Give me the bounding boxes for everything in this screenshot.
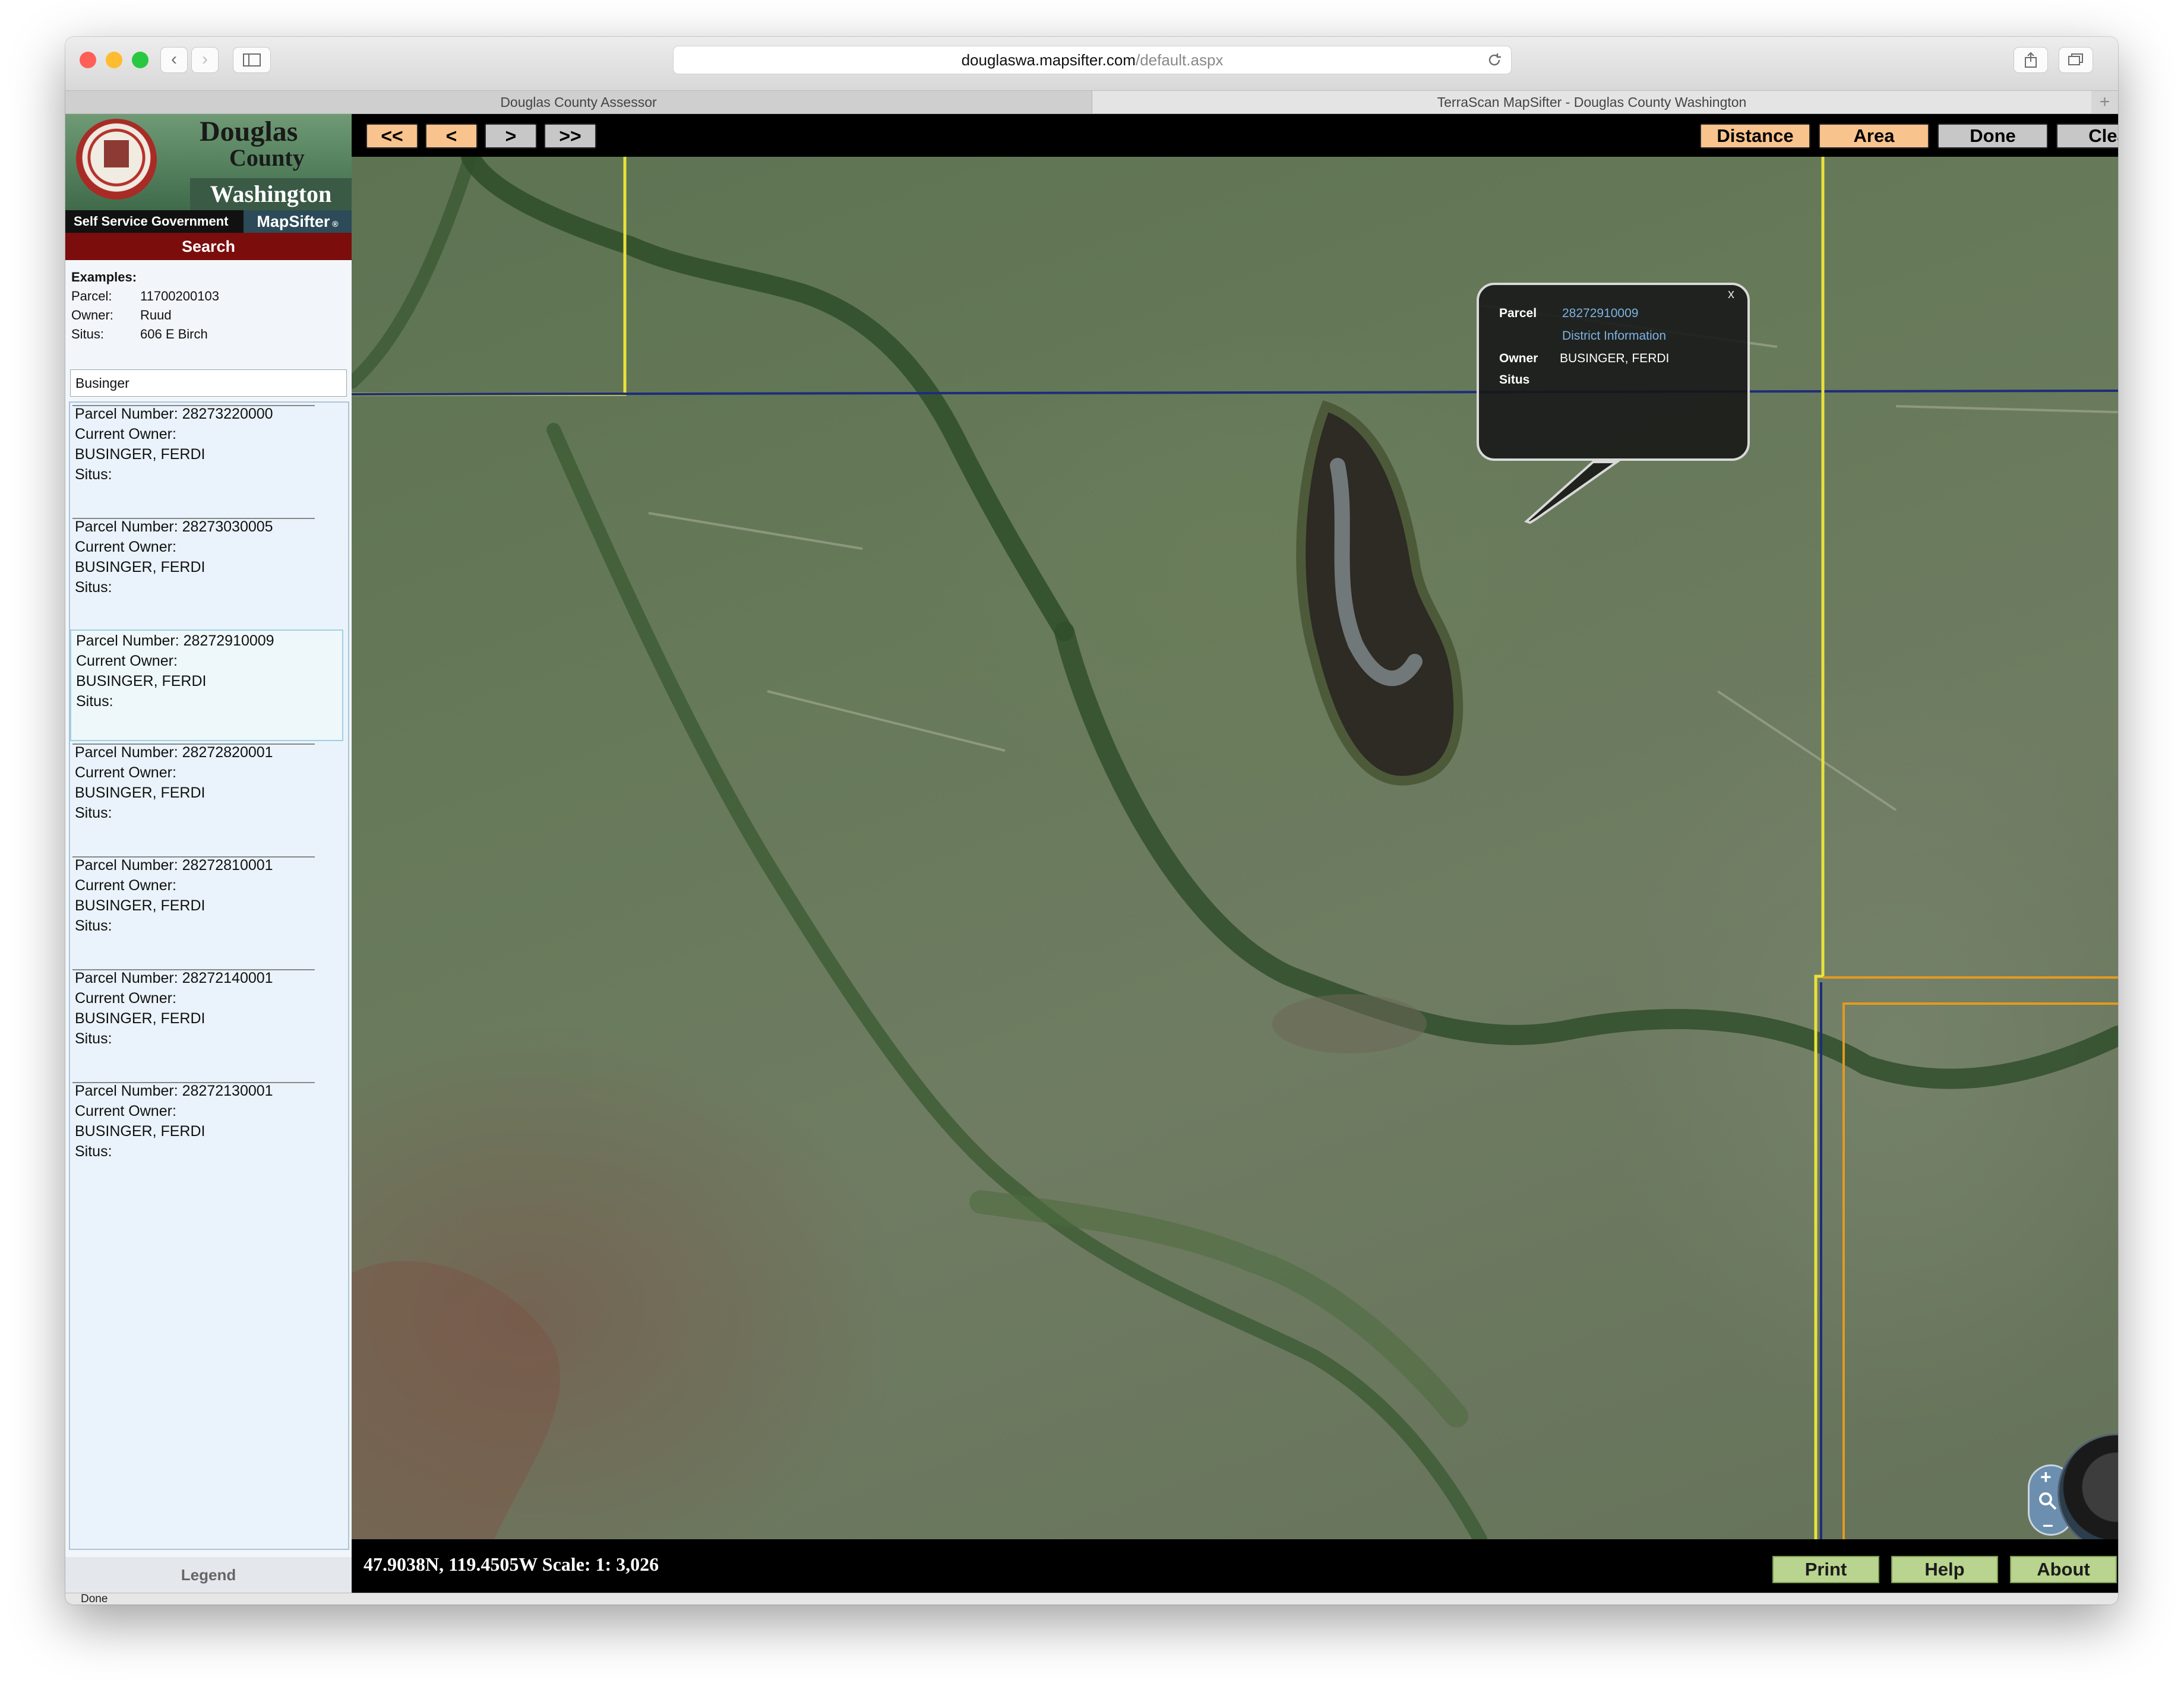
popup-parcel-link[interactable]: 28272910009 bbox=[1562, 306, 1638, 321]
distance-button[interactable]: Distance bbox=[1700, 124, 1810, 148]
popup-owner-label: Owner bbox=[1499, 352, 1538, 365]
new-tab-button[interactable]: + bbox=[2091, 91, 2118, 113]
tab-bar: Douglas County Assessor TerraScan MapSif… bbox=[65, 90, 2118, 114]
minimize-window-button[interactable] bbox=[106, 52, 122, 68]
legend-button[interactable]: Legend bbox=[65, 1557, 352, 1593]
search-results-list[interactable]: Parcel Number: 28273220000 Current Owner:… bbox=[69, 401, 349, 1550]
first-result-button[interactable]: << bbox=[366, 124, 418, 148]
county-seal-icon bbox=[76, 119, 157, 200]
last-result-button[interactable]: >> bbox=[544, 124, 596, 148]
search-header: Search bbox=[65, 233, 352, 260]
next-result-button[interactable]: > bbox=[485, 124, 537, 148]
popup-close-button[interactable]: x bbox=[1728, 286, 1734, 302]
example-parcel: Parcel: 11700200103 bbox=[71, 289, 219, 303]
parcel-info-popup: x Parcel 28272910009 District Informatio… bbox=[1477, 283, 1750, 461]
forward-button[interactable]: › bbox=[191, 47, 219, 73]
map-toolbar: << < > >> Distance Area Done Clear bbox=[352, 114, 2118, 157]
map-statusbar: 47.9038N, 119.4505W Scale: 1: 3,026 Prin… bbox=[352, 1539, 2118, 1593]
tab-label: TerraScan MapSifter - Douglas County Was… bbox=[1437, 94, 1747, 110]
examples-title: Examples: bbox=[71, 270, 137, 284]
popup-parcel-label: Parcel bbox=[1499, 306, 1537, 320]
result-item[interactable]: Parcel Number: 28272820001 Current Owner:… bbox=[72, 742, 320, 854]
coordinate-scale-readout: 47.9038N, 119.4505W Scale: 1: 3,026 bbox=[364, 1554, 659, 1575]
close-window-button[interactable] bbox=[80, 52, 96, 68]
print-button[interactable]: Print bbox=[1772, 1556, 1879, 1583]
magnifier-icon bbox=[2039, 1492, 2057, 1510]
help-button[interactable]: Help bbox=[1891, 1556, 1998, 1583]
tab-terrascan-mapsifter[interactable]: TerraScan MapSifter - Douglas County Was… bbox=[1092, 91, 2091, 113]
chevron-right-icon: › bbox=[202, 49, 208, 69]
previous-result-button[interactable]: < bbox=[425, 124, 478, 148]
popup-situs-label: Situs bbox=[1499, 373, 1530, 387]
url-text: douglaswa.mapsifter.com/default.aspx bbox=[961, 51, 1224, 69]
result-item[interactable]: Parcel Number: 28273220000 Current Owner:… bbox=[72, 404, 320, 515]
douglas-county-logo: Douglas County Washington bbox=[65, 114, 352, 210]
brand-strip: Self Service Government MapSifter ® bbox=[65, 210, 352, 233]
tab-label: Douglas County Assessor bbox=[500, 94, 657, 110]
area-button[interactable]: Area bbox=[1819, 124, 1929, 148]
back-button[interactable]: ‹ bbox=[160, 47, 188, 73]
left-panel: Douglas County Washington Self Service G… bbox=[65, 114, 352, 1593]
plus-icon: + bbox=[2099, 92, 2110, 112]
sidebar-icon bbox=[243, 53, 261, 67]
browser-window: ‹ › douglaswa.mapsifter.com/default.aspx… bbox=[65, 37, 2118, 1605]
chevron-left-icon: ‹ bbox=[171, 49, 177, 69]
search-input[interactable]: Businger bbox=[70, 369, 347, 397]
result-item[interactable]: Parcel Number: 28272810001 Current Owner:… bbox=[72, 855, 320, 967]
aerial-map[interactable]: x Parcel 28272910009 District Informatio… bbox=[352, 157, 2118, 1539]
tab-douglas-county-assessor[interactable]: Douglas County Assessor bbox=[65, 91, 1092, 113]
result-item[interactable]: Parcel Number: 28272130001 Current Owner:… bbox=[72, 1081, 320, 1192]
result-item[interactable]: Parcel Number: 28272140001 Current Owner:… bbox=[72, 968, 320, 1080]
about-button[interactable]: About bbox=[2010, 1556, 2117, 1583]
logo-title-douglas: Douglas bbox=[200, 116, 298, 147]
share-button[interactable] bbox=[2014, 47, 2048, 73]
district-information-link[interactable]: District Information bbox=[1562, 329, 1666, 343]
show-tabs-button[interactable] bbox=[2059, 47, 2093, 73]
example-owner: Owner: Ruud bbox=[71, 308, 172, 322]
share-icon bbox=[2025, 52, 2037, 68]
example-situs: Situs: 606 E Birch bbox=[71, 327, 208, 341]
browser-status: Done bbox=[65, 1593, 2118, 1605]
reload-icon[interactable] bbox=[1486, 52, 1503, 68]
map-navigation-control[interactable]: + – bbox=[2028, 1434, 2118, 1539]
zoom-in-button[interactable]: + bbox=[2040, 1466, 2052, 1488]
map-features bbox=[352, 157, 2118, 1539]
zoom-out-button[interactable]: – bbox=[2043, 1514, 2053, 1536]
popup-owner-value: BUSINGER, FERDI bbox=[1560, 352, 1670, 365]
done-button[interactable]: Done bbox=[1938, 124, 2048, 148]
mapsifter-label: MapSifter ® bbox=[244, 210, 352, 233]
pan-joystick[interactable] bbox=[2057, 1434, 2118, 1539]
logo-title-washington: Washington bbox=[190, 178, 352, 210]
result-item-selected[interactable]: Parcel Number: 28272910009 Current Owner:… bbox=[70, 629, 343, 741]
browser-titlebar: ‹ › douglaswa.mapsifter.com/default.aspx bbox=[65, 37, 2118, 90]
result-item[interactable]: Parcel Number: 28273030005 Current Owner:… bbox=[72, 517, 320, 628]
zoom-window-button[interactable] bbox=[132, 52, 148, 68]
logo-title-county: County bbox=[229, 144, 305, 171]
sidebar-toggle-button[interactable] bbox=[233, 47, 271, 73]
self-service-label: Self Service Government bbox=[65, 210, 244, 233]
clear-button[interactable]: Clear bbox=[2056, 124, 2118, 148]
address-bar[interactable]: douglaswa.mapsifter.com/default.aspx bbox=[673, 46, 1512, 74]
tabs-icon bbox=[2068, 53, 2083, 65]
